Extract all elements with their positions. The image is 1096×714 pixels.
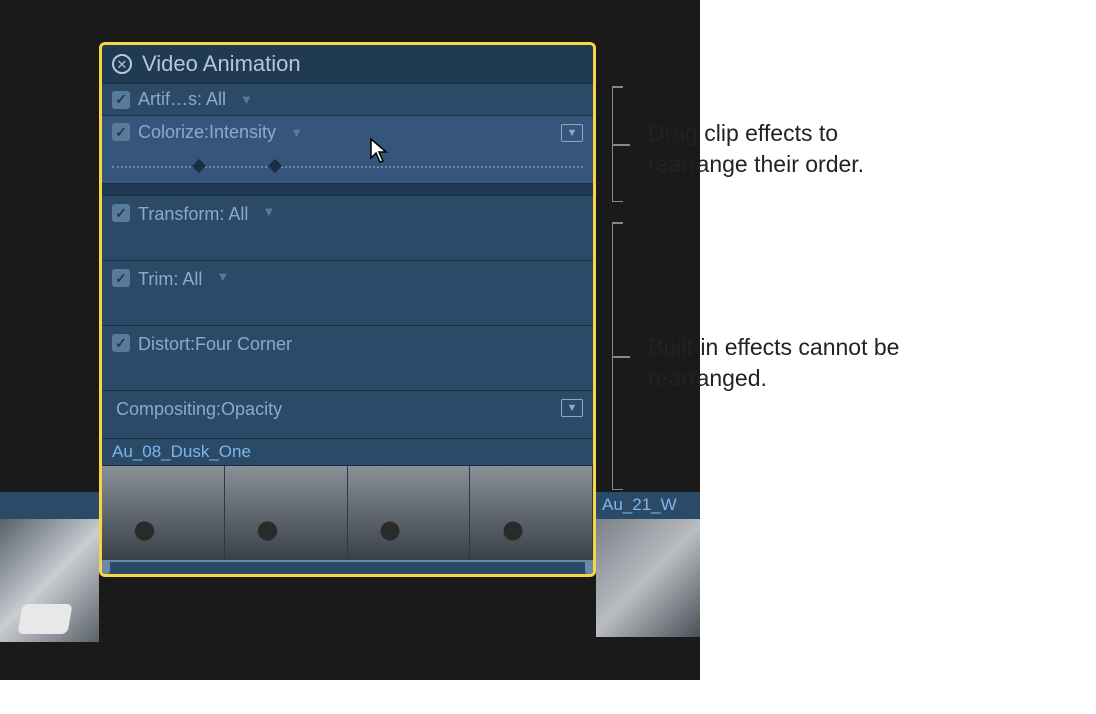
close-icon[interactable]: ✕ [112, 54, 132, 74]
checkbox-icon[interactable]: ✓ [112, 204, 130, 222]
expand-icon[interactable]: ▼ [561, 124, 583, 142]
effect-label: Compositing:Opacity [116, 399, 282, 420]
chevron-down-icon[interactable]: ▼ [290, 125, 303, 140]
keyframe-track[interactable] [112, 148, 583, 178]
callout-drag-effects: Drag clip effects to rearrange their ord… [612, 86, 928, 202]
checkbox-icon[interactable]: ✓ [112, 269, 130, 287]
callout-builtin-effects: Built-in effects cannot be rearranged. [612, 222, 918, 490]
section-gap [102, 183, 593, 195]
timeline-clip-previous[interactable] [0, 492, 99, 642]
clip-thumbnails[interactable] [102, 465, 593, 560]
clip-label-empty [0, 492, 99, 519]
keyframe-line [112, 166, 583, 168]
effect-label: Transform: All [138, 204, 248, 225]
thumbnail-frame [102, 466, 225, 560]
expand-icon[interactable]: ▼ [561, 399, 583, 417]
clip-thumbnail [0, 519, 99, 642]
effect-row-transform[interactable]: ✓ Transform: All ▼ [102, 195, 593, 260]
panel-title: Video Animation [142, 51, 301, 77]
clip-label: Au_21_W [596, 492, 700, 519]
video-animation-panel: ✕ Video Animation ✓ Artif…s: All ▼ ✓ Col… [99, 42, 596, 577]
thumbnail-frame [470, 466, 593, 560]
checkbox-icon[interactable]: ✓ [112, 91, 130, 109]
bracket-icon [612, 222, 630, 490]
chevron-down-icon[interactable]: ▼ [240, 92, 253, 107]
checkbox-icon[interactable]: ✓ [112, 123, 130, 141]
bracket-icon [612, 86, 630, 202]
thumbnail-frame [348, 466, 471, 560]
effect-label: Trim: All [138, 269, 202, 290]
clip-thumbnail [596, 519, 700, 637]
checkbox-icon[interactable]: ✓ [112, 334, 130, 352]
effect-label: Distort:Four Corner [138, 334, 292, 355]
effect-row-trim[interactable]: ✓ Trim: All ▼ [102, 260, 593, 325]
effect-row-compositing[interactable]: Compositing:Opacity ▼ [102, 390, 593, 438]
callout-text: Drag clip effects to rearrange their ord… [648, 118, 928, 202]
effect-row-distort[interactable]: ✓ Distort:Four Corner [102, 325, 593, 390]
thumbnail-frame [225, 466, 348, 560]
chevron-down-icon[interactable]: ▼ [262, 204, 275, 219]
keyframe-diamond-icon[interactable] [268, 158, 282, 172]
clip-scrubber[interactable] [102, 560, 593, 574]
timeline-clip-next[interactable]: Au_21_W [596, 492, 700, 637]
chevron-down-icon[interactable]: ▼ [216, 269, 229, 284]
clip-name-label: Au_08_Dusk_One [102, 438, 593, 465]
callout-text: Built-in effects cannot be rearranged. [648, 332, 918, 490]
panel-header: ✕ Video Animation [102, 45, 593, 83]
keyframe-diamond-icon[interactable] [192, 158, 206, 172]
effect-row-artifacts[interactable]: ✓ Artif…s: All ▼ [102, 83, 593, 115]
effect-label: Colorize:Intensity [138, 122, 276, 143]
effect-label: Artif…s: All [138, 89, 226, 110]
effect-row-colorize[interactable]: ✓ Colorize:Intensity ▼ ▼ [102, 115, 593, 183]
